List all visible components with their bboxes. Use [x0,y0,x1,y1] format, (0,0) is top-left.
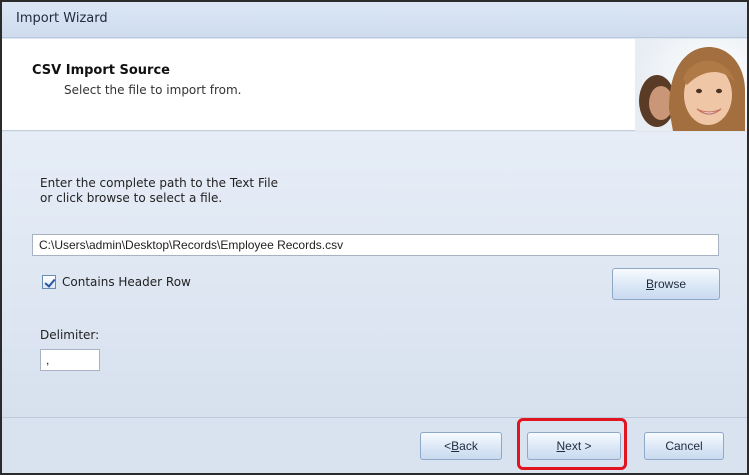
cancel-button[interactable]: Cancel [644,432,724,460]
wizard-content: Enter the complete path to the Text File… [2,132,747,417]
contains-header-checkbox[interactable] [42,275,56,289]
instruction-line-1: Enter the complete path to the Text File [40,176,279,190]
browse-label-rest: rowse [654,277,687,291]
file-path-input[interactable] [32,234,719,256]
title-bar: Import Wizard [2,2,747,38]
next-label-rest: ext > [565,439,592,453]
back-label-rest: ack [459,439,478,453]
instruction-line-2: or click browse to select a file. [40,191,223,205]
page-title: CSV Import Source [32,63,170,78]
next-button[interactable]: Next > [527,432,621,460]
people-photo-icon [635,39,747,131]
browse-button[interactable]: Browse [612,268,720,300]
delimiter-label: Delimiter: [40,328,100,342]
contains-header-label: Contains Header Row [62,275,191,289]
wizard-footer: < Back Next > Cancel [2,417,747,473]
window-title: Import Wizard [16,11,108,26]
back-prefix: < [444,439,452,453]
wizard-header: CSV Import Source Select the file to imp… [2,39,747,131]
delimiter-input[interactable] [40,349,100,371]
instructions: Enter the complete path to the Text File… [40,176,278,206]
back-button[interactable]: < Back [420,432,502,460]
back-access-key: B [451,439,460,453]
contains-header-row-option[interactable]: Contains Header Row [42,273,191,291]
browse-access-key: B [645,277,654,291]
next-access-key: N [556,439,566,453]
page-subtitle: Select the file to import from. [64,83,242,97]
import-wizard-window: Import Wizard CSV Import Source Select t… [0,0,749,475]
